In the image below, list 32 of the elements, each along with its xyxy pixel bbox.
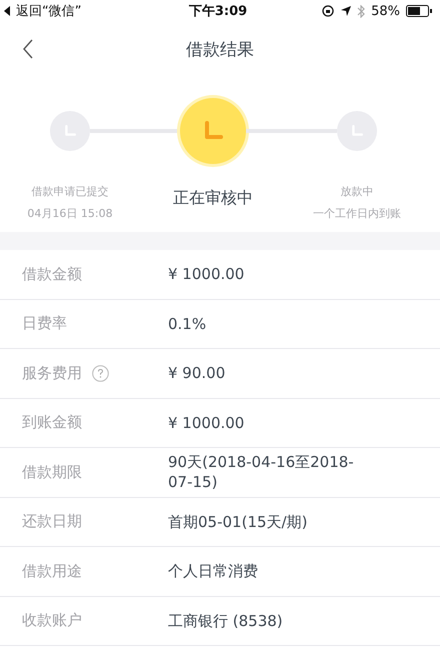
field-label: 到账金额 [22, 413, 82, 432]
field-value: 首期05-01(15天/期) [168, 512, 308, 532]
battery-icon [406, 5, 432, 17]
clock-icon [203, 121, 223, 141]
battery-percent: 58% [371, 4, 400, 18]
page-title: 借款结果 [186, 38, 254, 60]
field-value: 工商银行 (8538) [168, 610, 283, 631]
rotation-lock-icon [322, 5, 336, 17]
back-arrow-icon [4, 6, 10, 16]
field-value: 90天(2018-04-16至2018-07-15) [168, 452, 355, 492]
field-label: 服务费用 [22, 364, 82, 383]
field-value: ¥ 1000.00 [168, 412, 244, 433]
step-label: 借款申请已提交 [32, 184, 108, 199]
step-label: 正在审核中 [173, 188, 253, 209]
field-label: 借款期限 [22, 462, 82, 482]
location-arrow-icon [341, 6, 352, 16]
field-label: 还款日期 [22, 512, 82, 532]
field-label: 收款账户 [22, 611, 82, 630]
field-value: 0.1% [168, 314, 206, 334]
step-label: 一个工作日内到账 [313, 206, 401, 221]
field-label: 借款用途 [22, 562, 82, 581]
status-time: 下午3:09 [188, 3, 248, 20]
step-label: 04月16日 15:08 [27, 206, 113, 221]
back-to-app-link[interactable]: 返回“微信” [16, 2, 82, 20]
field-label: 日费率 [22, 314, 67, 334]
field-value: 个人日常消费 [168, 561, 258, 582]
step-label: 放款中 [340, 184, 374, 199]
field-value: ¥ 90.00 [168, 363, 226, 384]
field-label: 借款金额 [22, 264, 82, 284]
field-value: ¥ 1000.00 [168, 264, 244, 284]
back-chevron-icon [23, 39, 33, 59]
bluetooth-icon [357, 4, 366, 18]
